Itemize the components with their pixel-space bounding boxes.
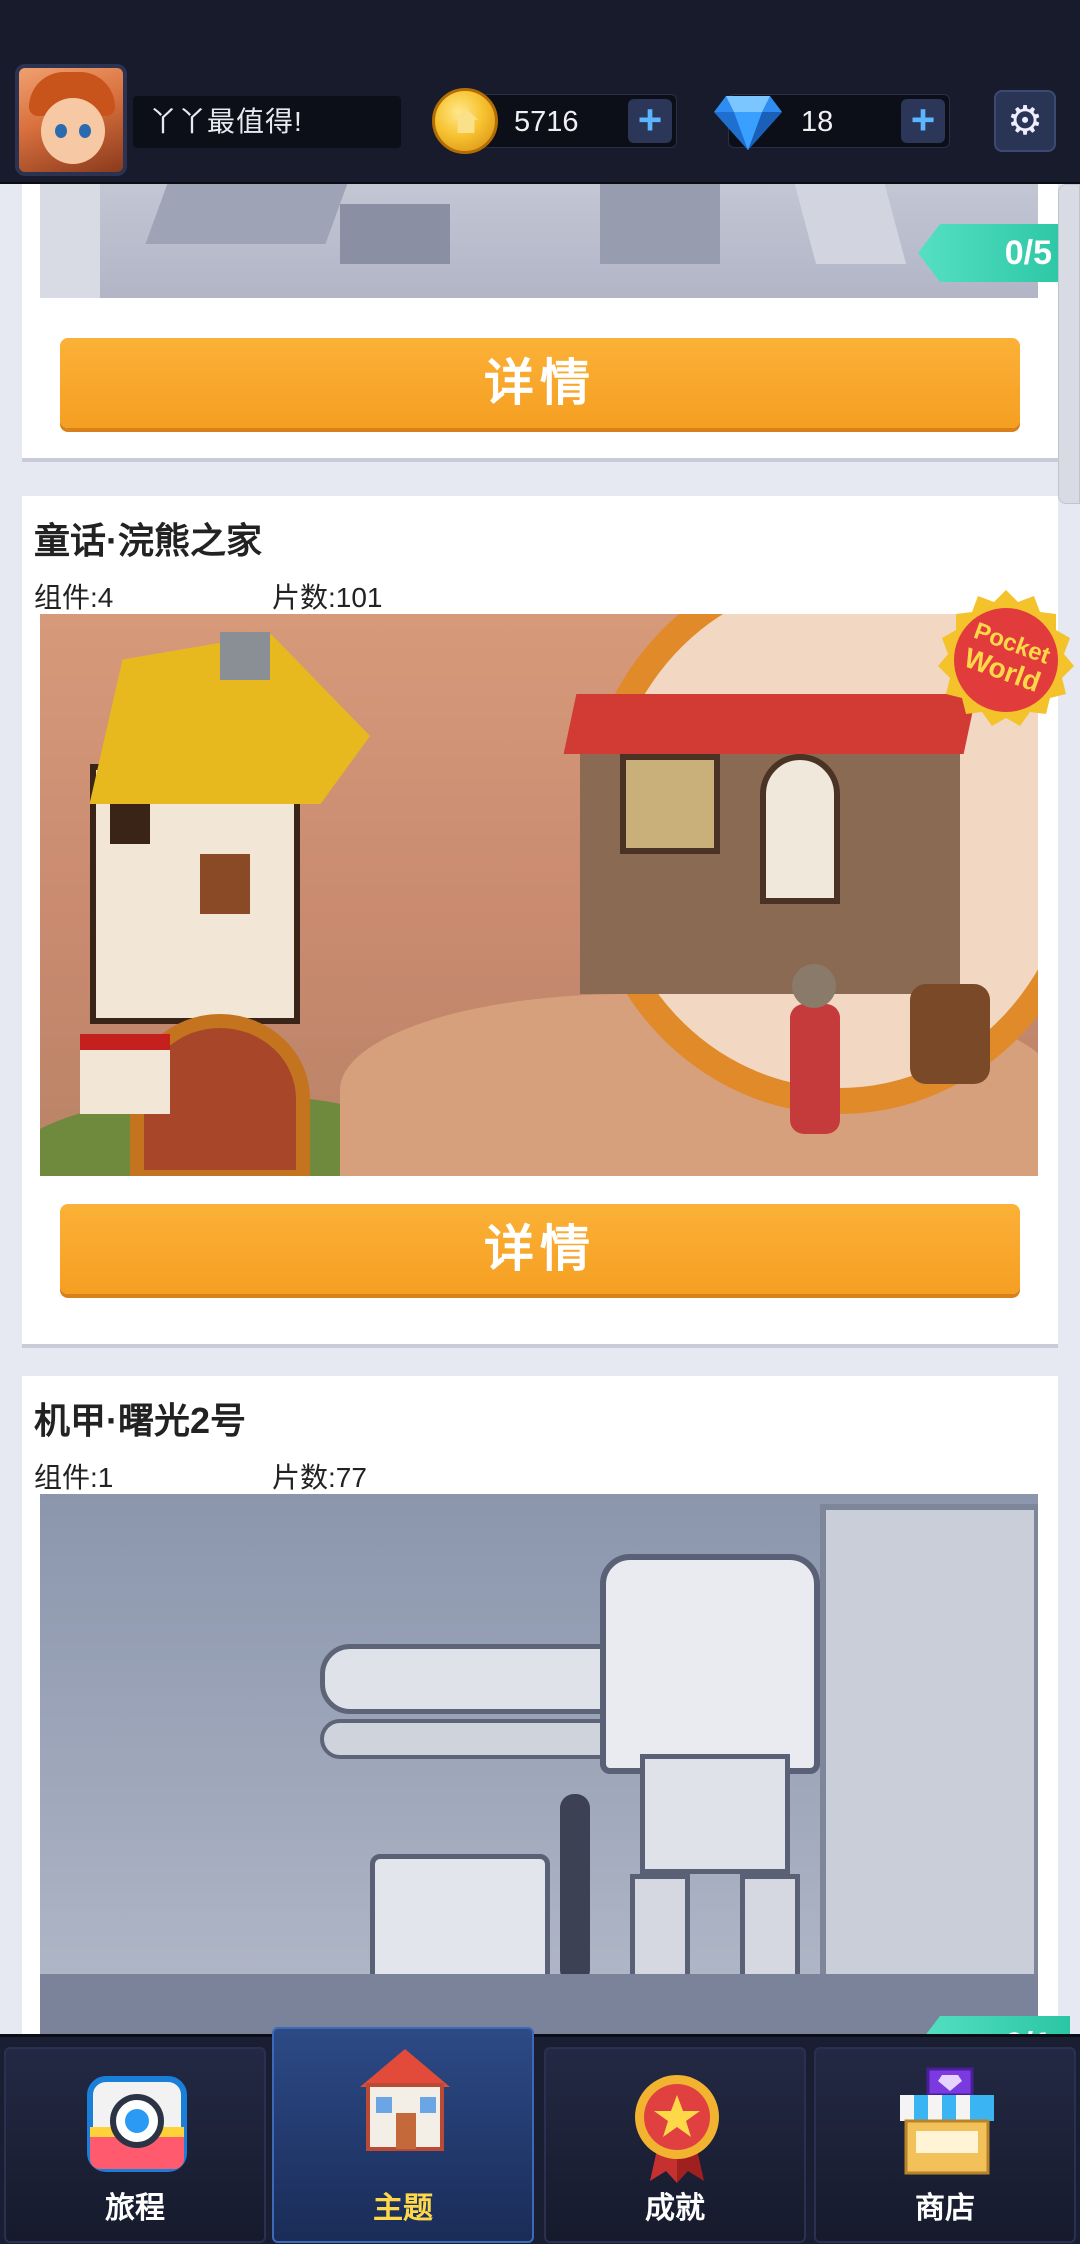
pocket-world-badge: Pocket World: [938, 590, 1074, 726]
scrollbar-thumb[interactable]: [1058, 184, 1080, 504]
progress-ribbon: 0/5: [918, 224, 1070, 282]
theme-title: 机甲·曙光2号: [34, 1400, 247, 1441]
add-coins-button[interactable]: +: [628, 99, 672, 143]
tab-shop[interactable]: 商店: [814, 2047, 1076, 2243]
tab-journey[interactable]: 旅程: [4, 2047, 266, 2243]
piece-count: 片数:101: [272, 582, 383, 613]
theme-card: 童话·浣熊之家 组件:4 片数:101 Pocket World 详情: [22, 496, 1074, 1344]
tab-themes[interactable]: 主题: [272, 2027, 534, 2243]
theme-card: 机甲·曙光2号 组件:1 片数:77 0/1: [22, 1376, 1070, 2034]
details-button[interactable]: 详情: [60, 338, 1020, 428]
avatar-face: [41, 98, 105, 164]
tab-label: 成就: [645, 2192, 705, 2225]
tab-label: 旅程: [105, 2192, 165, 2225]
theme-preview-image[interactable]: [40, 184, 1038, 298]
gear-icon: ⚙: [1007, 99, 1043, 143]
medal-icon: [635, 2075, 719, 2183]
theme-card: 0/5 详情: [22, 184, 1070, 458]
avatar[interactable]: [15, 64, 127, 176]
component-count: 组件:4: [34, 582, 114, 613]
theme-title: 童话·浣熊之家: [34, 520, 262, 561]
tab-achievements[interactable]: 成就: [544, 2047, 806, 2243]
diamond-icon: [714, 96, 782, 150]
progress-ribbon: 0/1: [918, 2016, 1070, 2034]
add-gems-button[interactable]: +: [901, 99, 945, 143]
avatar-eye: [55, 124, 67, 138]
component-count: 组件:1: [34, 1462, 114, 1493]
details-button[interactable]: 详情: [60, 1204, 1020, 1294]
top-bar: 丫丫最值得! 5716 + 18 + ⚙: [0, 0, 1080, 184]
camera-icon: [87, 2076, 187, 2172]
tab-label: 商店: [915, 2192, 975, 2225]
theme-preview-image[interactable]: [40, 1494, 1038, 2034]
gem-count: 18: [801, 106, 834, 138]
bottom-navigation: 旅程 主题 成就 商店: [0, 2027, 1080, 2244]
coin-count: 5716: [514, 106, 579, 138]
player-nickname: 丫丫最值得!: [133, 96, 401, 148]
theme-preview-image[interactable]: [40, 614, 1038, 1176]
coin-icon: [432, 88, 498, 154]
piece-count: 片数:77: [272, 1462, 367, 1493]
tab-label: 主题: [373, 2192, 433, 2225]
avatar-eye: [79, 124, 91, 138]
house-icon: [360, 2049, 450, 2151]
theme-list[interactable]: 0/5 详情 童话·浣熊之家 组件:4 片数:101 Pocket World …: [0, 184, 1080, 2034]
shop-icon: [900, 2067, 994, 2175]
settings-button[interactable]: ⚙: [994, 90, 1056, 152]
